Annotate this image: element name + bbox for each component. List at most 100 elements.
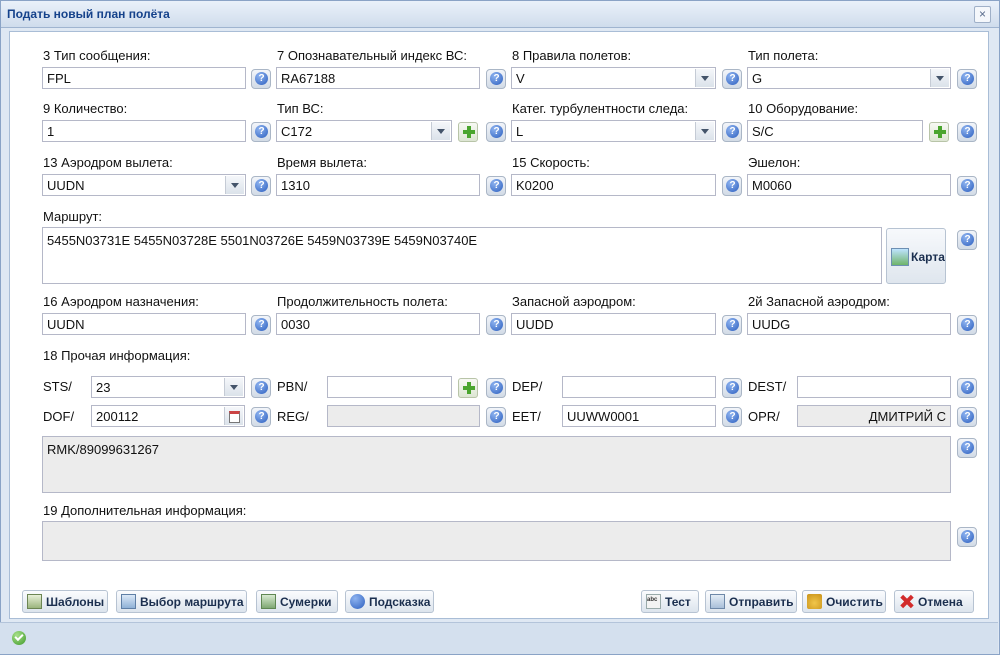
add-icon[interactable]: [458, 122, 478, 142]
other-info-label: 18 Прочая информация:: [43, 348, 191, 363]
hint-button[interactable]: Подсказка: [345, 590, 434, 613]
flight-rules-value: V: [516, 71, 525, 86]
level-field[interactable]: M0060: [747, 174, 951, 196]
additional-info-label: 19 Дополнительная информация:: [43, 503, 247, 518]
eet-field[interactable]: UUWW0001: [562, 405, 716, 427]
help-icon[interactable]: [486, 407, 506, 427]
aircraft-type-select[interactable]: C172: [276, 120, 452, 142]
dest-code-field[interactable]: [797, 376, 951, 398]
cancel-button[interactable]: Отмена: [894, 590, 974, 613]
duration-label: Продолжительность полета:: [277, 294, 448, 309]
calendar-icon[interactable]: [224, 407, 243, 425]
count-label: 9 Количество:: [43, 101, 128, 116]
help-icon[interactable]: [486, 176, 506, 196]
dof-label: DOF/: [43, 409, 75, 424]
add-icon[interactable]: [458, 378, 478, 398]
help-icon[interactable]: [722, 407, 742, 427]
dep-aerodrome-label: 13 Аэродром вылета:: [43, 155, 173, 170]
templates-button[interactable]: Шаблоны: [22, 590, 108, 613]
help-icon[interactable]: [957, 438, 977, 458]
help-icon[interactable]: [722, 378, 742, 398]
chevron-down-icon[interactable]: [224, 378, 243, 396]
wake-select[interactable]: L: [511, 120, 716, 142]
add-icon[interactable]: [929, 122, 949, 142]
help-icon[interactable]: [957, 527, 977, 547]
send-button[interactable]: Отправить: [705, 590, 797, 613]
pbn-label: PBN/: [277, 379, 308, 394]
chevron-down-icon[interactable]: [930, 69, 949, 87]
speed-field[interactable]: K0200: [511, 174, 716, 196]
flight-rules-label: 8 Правила полетов:: [512, 48, 632, 63]
msg-type-label: 3 Тип сообщения:: [43, 48, 151, 63]
close-icon[interactable]: ×: [974, 6, 991, 23]
test-button[interactable]: Тест: [641, 590, 699, 613]
window-title: Подать новый план полёта: [7, 7, 170, 21]
help-icon[interactable]: [957, 69, 977, 89]
help-icon[interactable]: [957, 315, 977, 335]
cancel-button-label: Отмена: [918, 595, 963, 609]
help-icon[interactable]: [957, 378, 977, 398]
callsign-label: 7 Опознавательный индекс ВС:: [277, 48, 467, 63]
pbn-field[interactable]: [327, 376, 452, 398]
help-icon[interactable]: [251, 407, 271, 427]
reg-field[interactable]: [327, 405, 480, 427]
template-icon: [27, 594, 42, 609]
alt1-field[interactable]: UUDD: [511, 313, 716, 335]
templates-button-label: Шаблоны: [46, 595, 105, 609]
route-textarea[interactable]: 5455N03731E 5455N03728E 5501N03726E 5459…: [42, 227, 882, 284]
wake-label: Катег. турбулентности следа:: [512, 101, 689, 116]
help-icon[interactable]: [486, 378, 506, 398]
help-icon[interactable]: [251, 122, 271, 142]
test-button-label: Тест: [665, 595, 691, 609]
help-icon[interactable]: [957, 122, 977, 142]
route-select-button[interactable]: Выбор маршрута: [116, 590, 247, 613]
cancel-icon: [899, 594, 914, 609]
route-label: Маршрут:: [43, 209, 103, 224]
help-icon[interactable]: [957, 407, 977, 427]
chevron-down-icon[interactable]: [695, 69, 714, 87]
chevron-down-icon[interactable]: [695, 122, 714, 140]
callsign-field[interactable]: RA67188: [276, 67, 480, 89]
rmk-textarea[interactable]: RMK/89099631267: [42, 436, 951, 493]
twilight-icon: [261, 594, 276, 609]
help-icon[interactable]: [486, 69, 506, 89]
dep-aerodrome-select[interactable]: UUDN: [42, 174, 246, 196]
dep-field[interactable]: [562, 376, 716, 398]
clear-button[interactable]: Очистить: [802, 590, 886, 613]
help-icon[interactable]: [486, 315, 506, 335]
help-icon[interactable]: [251, 315, 271, 335]
send-icon: [710, 594, 725, 609]
level-label: Эшелон:: [748, 155, 801, 170]
help-icon[interactable]: [957, 230, 977, 250]
count-field[interactable]: 1: [42, 120, 246, 142]
chevron-down-icon[interactable]: [225, 176, 244, 194]
help-icon[interactable]: [722, 69, 742, 89]
alt2-field[interactable]: UUDG: [747, 313, 951, 335]
sts-select[interactable]: 23: [91, 376, 245, 398]
dof-date-field[interactable]: 200112: [91, 405, 245, 427]
help-icon[interactable]: [251, 176, 271, 196]
opr-field[interactable]: ДМИТРИЙ С: [797, 405, 951, 427]
dest-field[interactable]: UUDN: [42, 313, 246, 335]
help-icon[interactable]: [251, 69, 271, 89]
help-icon[interactable]: [251, 378, 271, 398]
msg-type-field[interactable]: FPL: [42, 67, 246, 89]
help-icon[interactable]: [957, 176, 977, 196]
equipment-field[interactable]: S/C: [747, 120, 923, 142]
duration-field[interactable]: 0030: [276, 313, 480, 335]
flight-type-label: Тип полета:: [748, 48, 819, 63]
aircraft-type-value: C172: [281, 124, 313, 139]
flight-rules-select[interactable]: V: [511, 67, 716, 89]
help-icon[interactable]: [486, 122, 506, 142]
help-icon[interactable]: [722, 315, 742, 335]
flight-type-select[interactable]: G: [747, 67, 951, 89]
twilight-button[interactable]: Сумерки: [256, 590, 338, 613]
help-icon[interactable]: [722, 176, 742, 196]
help-icon[interactable]: [722, 122, 742, 142]
chevron-down-icon[interactable]: [431, 122, 450, 140]
dep-time-field[interactable]: 1310: [276, 174, 480, 196]
dep-time-label: Время вылета:: [277, 155, 368, 170]
map-button[interactable]: Карта: [886, 228, 946, 284]
wake-value: L: [516, 124, 524, 139]
additional-info-textarea[interactable]: [42, 521, 951, 561]
